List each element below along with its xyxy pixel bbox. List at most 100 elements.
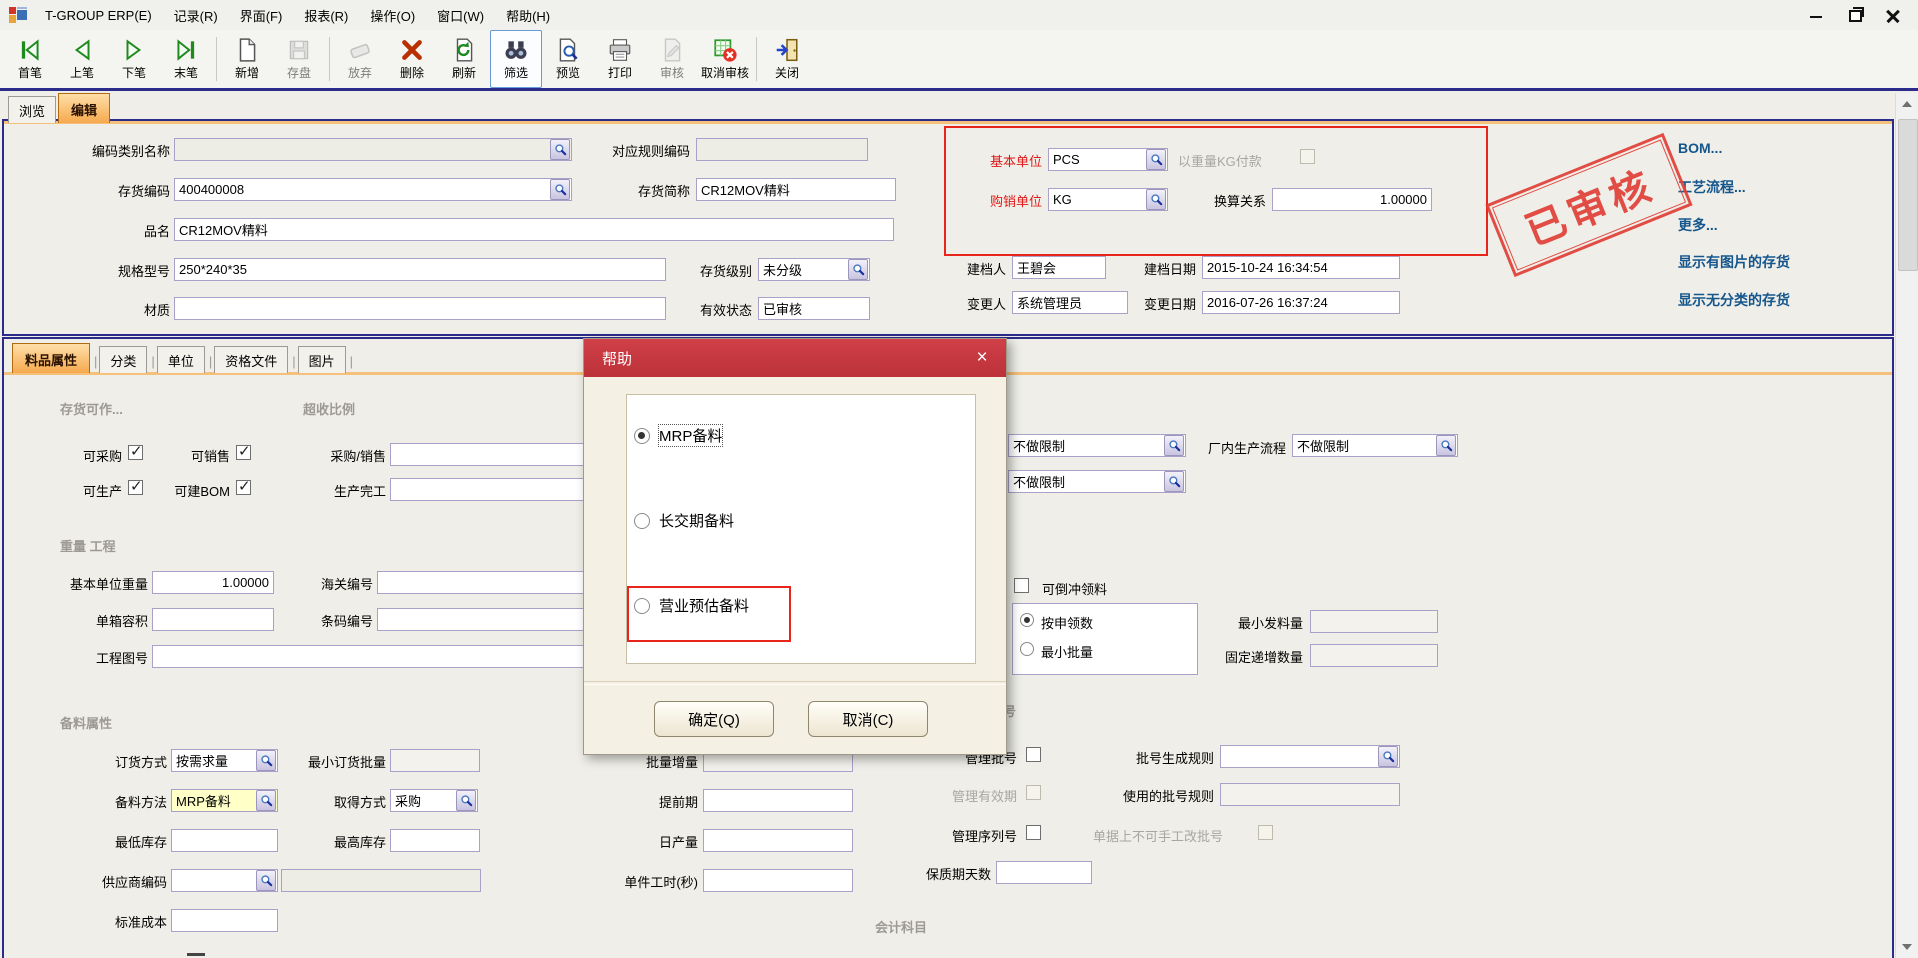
delete-button[interactable]: 删除: [386, 30, 438, 88]
lead-time-field[interactable]: [703, 789, 853, 812]
base-unit-field[interactable]: PCS: [1048, 148, 1168, 171]
min-batch-radio[interactable]: [1020, 642, 1034, 656]
material-field[interactable]: [174, 297, 666, 320]
dialog-option[interactable]: 长交期备料: [634, 510, 734, 531]
printer-button[interactable]: 打印: [594, 30, 646, 88]
trade-unit-field[interactable]: KG: [1048, 188, 1168, 211]
backflush-checkbox[interactable]: [1014, 578, 1029, 593]
restrict-field-1[interactable]: 不做限制: [1008, 434, 1186, 457]
inv-code-field[interactable]: 400400008: [174, 178, 572, 201]
door-close-button[interactable]: 关闭: [761, 30, 813, 88]
main-tab-2[interactable]: 编辑: [58, 93, 110, 123]
dialog-option-label[interactable]: MRP备料: [659, 425, 722, 446]
close-icon[interactable]: [1882, 4, 1904, 24]
std-cost-field[interactable]: [171, 909, 278, 932]
lookup-icon[interactable]: [1436, 435, 1456, 456]
quick-link[interactable]: BOM...: [1678, 140, 1722, 156]
shelf-days-field[interactable]: [996, 861, 1092, 884]
main-tab-strip: 浏览编辑: [8, 93, 112, 123]
can-bom-checkbox[interactable]: [236, 480, 251, 495]
lookup-icon[interactable]: [1164, 471, 1184, 492]
supplier-field[interactable]: [171, 869, 278, 892]
prep-method-field[interactable]: MRP备料: [171, 789, 278, 812]
menu-item[interactable]: 记录(R): [163, 2, 229, 29]
radio-icon[interactable]: [634, 428, 650, 444]
manage-serial-checkbox[interactable]: [1026, 825, 1041, 840]
can-buy-checkbox[interactable]: [128, 445, 143, 460]
scroll-down-icon[interactable]: [1896, 936, 1918, 958]
lookup-icon[interactable]: [456, 790, 476, 811]
nav-prev-button[interactable]: 上笔: [56, 30, 108, 88]
quick-link[interactable]: 显示无分类的存货: [1678, 290, 1790, 310]
detail-tab-5[interactable]: 图片: [298, 346, 346, 373]
conversion-field[interactable]: 1.00000: [1272, 188, 1432, 211]
order-mode-field[interactable]: 按需求量: [171, 749, 278, 772]
restrict-field-2[interactable]: 不做限制: [1008, 470, 1186, 493]
can-make-checkbox[interactable]: [128, 480, 143, 495]
lookup-icon[interactable]: [256, 790, 276, 811]
detail-tab-1[interactable]: 料品属性: [12, 343, 90, 373]
menu-item[interactable]: 帮助(H): [495, 2, 561, 29]
detail-tab-4[interactable]: 资格文件: [214, 346, 288, 373]
menu-item[interactable]: 界面(F): [229, 2, 294, 29]
nav-first-button[interactable]: 首笔: [4, 30, 56, 88]
menu-item[interactable]: 报表(R): [293, 2, 359, 29]
dialog-title-bar[interactable]: 帮助: [584, 339, 1006, 377]
lookup-icon[interactable]: [550, 179, 570, 200]
quick-link[interactable]: 更多...: [1678, 215, 1718, 235]
menu-item[interactable]: 窗口(W): [426, 2, 495, 29]
level-field[interactable]: 未分级: [758, 258, 870, 281]
radio-icon[interactable]: [634, 513, 650, 529]
scroll-up-icon[interactable]: [1896, 93, 1918, 115]
dialog-close-icon[interactable]: ×: [970, 346, 994, 370]
manage-serial-label: 管理序列号: [922, 826, 1017, 845]
lookup-icon[interactable]: [550, 139, 570, 160]
dialog-option-label[interactable]: 长交期备料: [659, 510, 734, 531]
lookup-icon[interactable]: [848, 259, 868, 280]
doc-new-button[interactable]: 新增: [221, 30, 273, 88]
min-stock-field[interactable]: [171, 829, 278, 852]
manage-batch-checkbox[interactable]: [1026, 747, 1041, 762]
doc-preview-button[interactable]: 预览: [542, 30, 594, 88]
binoculars-button[interactable]: 筛选: [490, 30, 542, 88]
main-tab-1[interactable]: 浏览: [8, 96, 56, 123]
ok-button[interactable]: 确定(Q): [654, 701, 774, 737]
lookup-icon[interactable]: [1378, 746, 1398, 767]
lookup-icon[interactable]: [256, 870, 276, 891]
can-sell-checkbox[interactable]: [236, 445, 251, 460]
box-volume-field[interactable]: [152, 608, 274, 631]
nav-last-button[interactable]: 末笔: [160, 30, 212, 88]
detail-tab-2[interactable]: 分类: [99, 346, 147, 373]
lookup-icon[interactable]: [1146, 149, 1166, 170]
refresh-button[interactable]: 刷新: [438, 30, 490, 88]
detail-tab-3[interactable]: 单位: [157, 346, 205, 373]
max-stock-field[interactable]: [390, 829, 480, 852]
cancel-button[interactable]: 取消(C): [808, 701, 928, 737]
dialog-option[interactable]: MRP备料: [634, 425, 722, 446]
quick-link[interactable]: 显示有图片的存货: [1678, 252, 1790, 272]
by-request-radio[interactable]: [1020, 613, 1034, 627]
drawing-field[interactable]: [152, 645, 657, 668]
unit-seconds-field[interactable]: [703, 869, 853, 892]
vertical-scrollbar[interactable]: [1895, 93, 1918, 958]
cancel-audit-button[interactable]: 取消审核: [698, 30, 752, 88]
restore-icon[interactable]: [1844, 4, 1866, 24]
batch-rule-field[interactable]: [1220, 745, 1400, 768]
menu-item[interactable]: 操作(O): [359, 2, 426, 29]
daily-output-field[interactable]: [703, 829, 853, 852]
lookup-icon[interactable]: [256, 750, 276, 771]
acquire-field[interactable]: 采购: [390, 789, 478, 812]
section-over-ratio: 超收比例: [303, 399, 355, 418]
modify-date-field: 2016-07-26 16:37:24: [1202, 291, 1400, 314]
menu-item[interactable]: T-GROUP ERP(E): [34, 4, 163, 27]
nav-next-button[interactable]: 下笔: [108, 30, 160, 88]
name-field[interactable]: CR12MOV精料: [174, 218, 894, 241]
scrollbar-thumb[interactable]: [1898, 119, 1918, 271]
factory-flow-field[interactable]: 不做限制: [1292, 434, 1458, 457]
unit-weight-field[interactable]: 1.00000: [152, 571, 274, 594]
code-category-field[interactable]: [174, 138, 572, 161]
minimize-icon[interactable]: [1806, 4, 1828, 24]
spec-field[interactable]: 250*240*35: [174, 258, 666, 281]
lookup-icon[interactable]: [1164, 435, 1184, 456]
inv-short-field[interactable]: CR12MOV精料: [696, 178, 896, 201]
